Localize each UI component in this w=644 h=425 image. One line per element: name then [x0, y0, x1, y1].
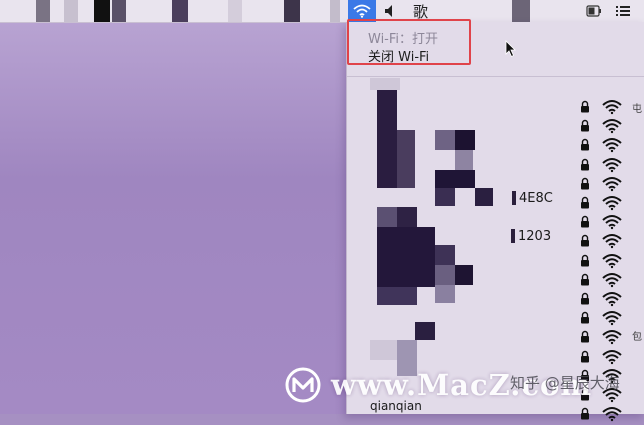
- menu-bar: 歌: [0, 0, 644, 23]
- network-row-icons[interactable]: [577, 213, 637, 233]
- pixelated-menubar-item: [36, 0, 50, 22]
- list-icon[interactable]: [616, 5, 630, 17]
- lock-icon: [581, 100, 589, 113]
- network-row-icons[interactable]: [577, 156, 637, 176]
- menu-divider: [347, 76, 644, 77]
- wifi-signal-icon: [602, 119, 622, 134]
- macz-logo-icon: [285, 367, 321, 403]
- lock-icon: [581, 235, 589, 247]
- wifi-signal-icon: [602, 330, 622, 345]
- network-row-icons[interactable]: [577, 232, 637, 252]
- wifi-icon: [353, 4, 371, 18]
- pixelated-menubar-item: [284, 0, 300, 22]
- ssid-bar: [511, 229, 515, 243]
- network-row-icons[interactable]: [577, 175, 637, 195]
- network-row-icons[interactable]: [577, 290, 637, 310]
- network-row-icons[interactable]: [577, 98, 637, 118]
- network-row-icons[interactable]: [577, 309, 637, 329]
- wifi-signal-icon: [602, 196, 622, 211]
- network-icon-column: [577, 78, 637, 422]
- network-row-icons[interactable]: [577, 117, 637, 137]
- network-row-icons[interactable]: [577, 252, 637, 272]
- pixelated-menubar-item: [94, 0, 110, 22]
- lock-icon: [581, 312, 589, 324]
- network-ssid[interactable]: 1203: [518, 229, 551, 244]
- wifi-signal-icon: [602, 272, 622, 287]
- pixelated-menubar-item: [228, 0, 242, 22]
- wifi-signal-icon: [602, 157, 622, 172]
- lock-icon: [581, 331, 589, 343]
- lock-icon: [581, 350, 589, 363]
- wifi-signal-icon: [602, 292, 622, 307]
- wifi-signal-icon: [602, 253, 622, 268]
- edge-character: 包: [632, 332, 642, 343]
- wifi-signal-icon: [602, 234, 622, 249]
- wifi-signal-icon: [602, 138, 622, 153]
- mouse-cursor-icon: [505, 40, 516, 58]
- network-ssid[interactable]: 4E8C: [519, 191, 553, 206]
- pixelated-menubar-item: [64, 0, 78, 22]
- lock-icon: [581, 273, 589, 286]
- battery-icon[interactable]: [586, 5, 602, 17]
- lock-icon: [581, 139, 589, 151]
- lock-icon: [581, 292, 589, 305]
- wifi-signal-icon: [602, 349, 622, 364]
- speaker-icon[interactable]: [383, 3, 399, 19]
- network-row-icons[interactable]: [577, 405, 637, 425]
- watermark-credit: 知乎 @星辰大海: [510, 374, 620, 392]
- lock-icon: [581, 120, 589, 132]
- pixelated-menubar-item: [172, 0, 188, 22]
- network-row-icons[interactable]: [577, 328, 637, 348]
- lock-icon: [581, 216, 589, 228]
- wifi-signal-icon: [602, 100, 622, 115]
- network-row-icons[interactable]: [577, 136, 637, 156]
- lock-icon: [581, 158, 589, 171]
- pixelated-menubar-item: [112, 0, 126, 22]
- wifi-signal-icon: [602, 176, 622, 191]
- network-row-icons[interactable]: [577, 194, 637, 214]
- wifi-signal-icon: [602, 215, 622, 230]
- lock-icon: [581, 177, 589, 190]
- network-row-icons[interactable]: [577, 348, 637, 368]
- pixelated-menubar-item: [330, 0, 340, 22]
- wifi-signal-icon: [602, 407, 622, 422]
- lock-icon: [581, 196, 589, 209]
- pixelated-menubar-item: [512, 0, 530, 22]
- highlight-annotation-box: [347, 19, 471, 65]
- lock-icon: [581, 254, 589, 267]
- wifi-signal-icon: [602, 311, 622, 326]
- ssid-bar: [512, 191, 516, 205]
- network-row-icons[interactable]: [577, 271, 637, 291]
- edge-character: 屯: [632, 104, 642, 115]
